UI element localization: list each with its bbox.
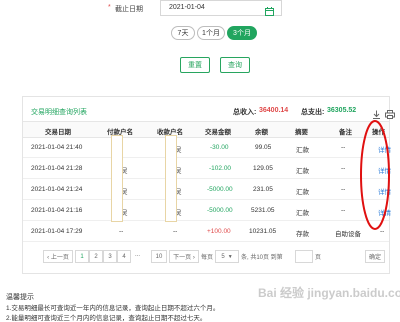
col-balance: 余额 [255,129,268,136]
tips-heading: 温馨提示 [6,294,34,301]
row-balance: 10231.05 [249,228,277,235]
per-page-value: 5 [221,253,225,260]
table-row: 2021-01-04 21:24 炅 炅 -5000.00 231.05 汇款 … [23,179,391,200]
panel-title: 交易明细查询列表 [31,109,87,116]
row-summary: 存款 [296,231,309,238]
table-row: 2021-01-04 17:29 -- -- +100.00 10231.05 … [23,221,389,242]
redaction-box-payee [165,135,177,222]
row-summary: 汇款 [296,168,309,175]
date-value: 2021-01-04 [169,4,205,11]
goto-page-input[interactable] [295,250,313,263]
row-balance: 5231.05 [251,207,275,214]
reset-button[interactable]: 重置 [180,57,210,73]
date-input[interactable]: 2021-01-04 [160,0,282,16]
row-remark: -- [341,207,346,214]
col-date: 交易日期 [45,129,71,136]
table-row: 2021-01-04 21:40 炅 -30.00 99.05 汇款 -- 详情 [23,137,391,158]
per-page-select[interactable]: 5 ▼ [215,250,239,263]
row-amount: -102.00 [209,165,232,172]
row-amount: -5000.00 [207,186,233,193]
row-balance: 99.05 [255,144,272,151]
row-summary: 汇款 [296,210,309,217]
total-out-label: 总支出: [301,109,325,116]
download-icon[interactable] [372,106,381,119]
range-1-month[interactable]: 1个月 [197,26,225,40]
row-date: 2021-01-04 21:28 [31,165,83,172]
row-remark: -- [341,144,346,151]
page-4[interactable]: 4 [117,250,131,263]
page-2[interactable]: 2 [89,250,103,263]
table-header: 交易日期 付款户名 收款户名 交易金额 余额 摘要 备注 操作 [23,121,389,138]
query-button[interactable]: 查询 [220,57,250,73]
date-label: 截止日期 [115,6,143,13]
row-balance: 129.05 [253,165,273,172]
total-in-value: 36400.14 [259,107,289,114]
row-payee: -- [173,228,178,235]
confirm-button[interactable]: 确定 [365,250,385,263]
row-amount: +100.00 [207,228,231,235]
total-in-label: 总收入: [233,109,257,116]
col-amount: 交易金额 [205,129,231,136]
row-date: 2021-01-04 17:29 [31,228,83,235]
print-icon[interactable] [385,106,395,119]
col-remark: 备注 [339,129,352,136]
row-balance: 231.05 [253,186,273,193]
watermark: Bai 经验 jingyan.baidu.com [258,286,400,300]
row-remark: -- [341,165,346,172]
row-remark: -- [341,186,346,193]
range-3-months[interactable]: 3个月 [227,26,257,40]
row-date: 2021-01-04 21:24 [31,186,83,193]
range-7-days[interactable]: 7天 [171,26,195,40]
row-date: 2021-01-04 21:40 [31,144,83,151]
pager-total-text: 条, 共10页 到第 [241,255,283,261]
table-row: 2021-01-04 21:16 炅 炅 -5000.00 5231.05 汇款… [23,200,391,221]
redaction-box-payer [111,135,123,222]
per-page-label: 每页 [201,255,214,261]
chevron-down-icon: ▼ [227,253,233,260]
page-3[interactable]: 3 [103,250,117,263]
total-out-value: 36305.52 [327,107,357,114]
calendar-icon[interactable] [265,3,274,16]
page-1[interactable]: 1 [75,250,89,263]
row-summary: 汇款 [296,147,309,154]
goto-suffix: 页 [315,255,322,261]
row-payer: -- [119,228,124,235]
row-amount: -5000.00 [207,207,233,214]
prev-page-button[interactable]: ‹ 上一页 [43,250,73,263]
tips-line-1: 1.交易明细最长可查询近一年内的信息记录，查询起止日期不超过六个月。 [6,305,220,312]
row-amount: -30.00 [210,144,229,151]
next-page-button[interactable]: 下一页 › [169,250,199,263]
page-10[interactable]: 10 [151,250,167,263]
col-summary: 摘要 [295,129,308,136]
pager-ellipsis: ... [135,252,141,258]
row-summary: 汇款 [296,189,309,196]
transaction-panel: 交易明细查询列表 总收入: 36400.14 总支出: 36305.52 交易日… [22,96,395,274]
row-date: 2021-01-04 21:16 [31,207,83,214]
table-row: 2021-01-04 21:28 炅 炅 -102.00 129.05 汇款 -… [23,158,391,179]
required-mark: * [108,4,111,11]
annotation-ellipse [360,120,390,230]
